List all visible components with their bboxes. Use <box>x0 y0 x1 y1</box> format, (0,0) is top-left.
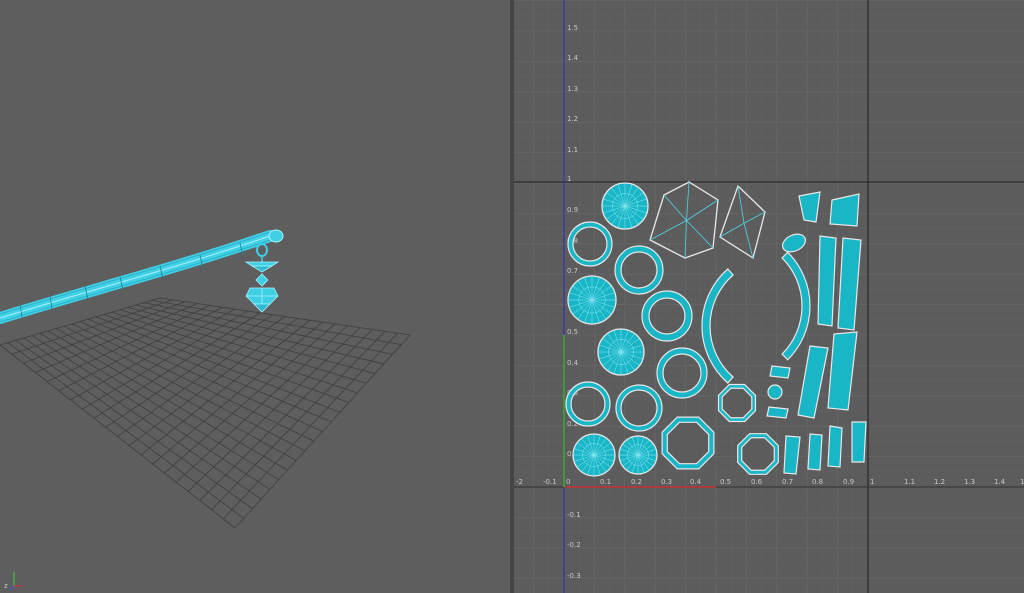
v-tick-label: 0.9 <box>567 206 578 214</box>
u-tick-label: 1 <box>870 478 874 486</box>
uv-shell-arc[interactable] <box>701 268 734 384</box>
uv-shell-disc[interactable] <box>601 182 649 230</box>
perspective-viewport[interactable]: z <box>0 0 510 593</box>
u-tick-label: 1.5 <box>1020 478 1024 486</box>
uv-shell-ring[interactable] <box>565 381 611 427</box>
u-tick-label: 0.8 <box>812 478 823 486</box>
uv-shell-strip[interactable] <box>769 365 791 379</box>
uv-shell-strip[interactable] <box>817 235 837 327</box>
u-tick-label: 0.9 <box>843 478 854 486</box>
uv-shell-ring[interactable] <box>641 290 693 342</box>
u-tick-label: 0.6 <box>751 478 763 486</box>
uv-shell-arc[interactable] <box>781 251 811 361</box>
v-tick-label: 1.4 <box>567 54 579 62</box>
uv-shell-strip[interactable] <box>797 345 829 419</box>
uv-shell-octagon[interactable] <box>737 433 779 475</box>
uv-shell-ellipse[interactable] <box>780 231 809 256</box>
u-tick-label: 0.4 <box>690 478 702 486</box>
uv-shell-disc[interactable] <box>567 275 617 325</box>
uv-shell-strip[interactable] <box>827 425 843 468</box>
v-tick-label: -0.3 <box>567 572 581 580</box>
uv-shell-strip[interactable] <box>783 435 801 475</box>
v-tick-label: 1.2 <box>567 115 578 123</box>
v-tick-label: 1 <box>567 175 571 183</box>
perspective-canvas[interactable]: z <box>0 0 510 593</box>
u-tick-label: -0.1 <box>543 478 557 486</box>
v-tick-label: 1.1 <box>567 146 578 154</box>
uv-shell-strip[interactable] <box>851 421 867 463</box>
u-tick-label: 0.2 <box>631 478 642 486</box>
uv-canvas[interactable]: -2 -0.1 0 0.1 0.2 0.3 0.4 0.5 0.6 0.7 0.8 0.9 1 1.1 1.… <box>514 0 1024 593</box>
uv-shell-strip[interactable] <box>829 193 860 227</box>
u-tick-label: 1.4 <box>994 478 1006 486</box>
uv-shell-disc[interactable] <box>597 328 645 376</box>
ground-grid <box>0 297 411 529</box>
uv-shell-strip[interactable] <box>766 406 789 419</box>
uv-shell-strip[interactable] <box>837 237 862 331</box>
u-tick-label: 0 <box>566 478 570 486</box>
u-tick-label: 0.1 <box>600 478 611 486</box>
v-tick-label: -0.1 <box>567 511 581 519</box>
v-tick-label: 0.4 <box>567 359 579 367</box>
u-tick-label: 0.7 <box>782 478 793 486</box>
v-tick-label: 1.3 <box>567 85 578 93</box>
uv-shell-gem-large[interactable] <box>649 181 719 259</box>
rope-mesh[interactable] <box>0 229 284 324</box>
u-tick-label: 1.3 <box>964 478 975 486</box>
uv-shell-disc[interactable] <box>618 435 658 475</box>
uv-shell-strip[interactable] <box>798 191 821 223</box>
uv-shell-octagon[interactable] <box>717 383 757 423</box>
uv-shell-dot[interactable] <box>767 384 783 400</box>
uv-shell-ring[interactable] <box>614 245 664 295</box>
axis-label-z: z <box>4 582 8 590</box>
uv-shell-ring[interactable] <box>656 347 708 399</box>
v-tick-label: -0.2 <box>567 541 581 549</box>
u-tick-label: 0.5 <box>720 478 731 486</box>
uv-shell-gem-small[interactable] <box>719 184 766 260</box>
v-tick-label: 0.5 <box>567 328 578 336</box>
uv-shell-octagon[interactable] <box>661 416 715 470</box>
u-tick-label: 1.2 <box>934 478 945 486</box>
view-axis-gizmo: z <box>4 572 22 591</box>
u-tick-labels: -2 -0.1 0 0.1 0.2 0.3 0.4 0.5 0.6 0.7 0.8 0.9 1 1.1 1.… <box>516 478 1024 486</box>
u-tick-label: 1.1 <box>904 478 915 486</box>
pendant-mesh[interactable] <box>244 243 280 313</box>
u-tick-label: -2 <box>516 478 523 486</box>
v-tick-label: 0.7 <box>567 267 578 275</box>
uv-shell-strip[interactable] <box>807 433 823 471</box>
uv-shell-disc[interactable] <box>572 433 616 477</box>
uv-editor[interactable]: -2 -0.1 0 0.1 0.2 0.3 0.4 0.5 0.6 0.7 0.8 0.9 1 1.1 1.… <box>514 0 1024 593</box>
v-tick-label: 1.5 <box>567 24 578 32</box>
u-tick-label: 0.3 <box>661 478 672 486</box>
